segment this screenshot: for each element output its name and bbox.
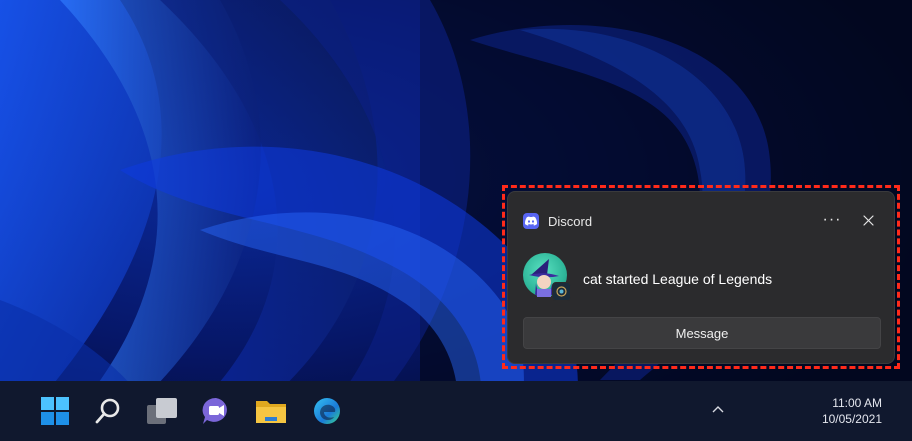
taskbar: 11:00 AM 10/05/2021 — [0, 381, 912, 441]
edge-icon — [314, 398, 340, 424]
message-action-button[interactable]: Message — [523, 317, 881, 349]
desktop: Discord ··· cat started League of Legend… — [0, 0, 912, 441]
notification-app-name: Discord — [548, 213, 593, 229]
teams-chat-button[interactable] — [198, 393, 234, 429]
teams-chat-icon — [202, 397, 227, 424]
edge-browser-button[interactable] — [309, 393, 345, 429]
user-avatar — [523, 253, 571, 301]
more-options-icon: ··· — [822, 211, 842, 228]
start-button[interactable] — [37, 393, 73, 429]
more-options-button[interactable]: ··· — [818, 206, 846, 234]
close-notification-button[interactable] — [854, 206, 882, 234]
discord-icon — [523, 213, 539, 229]
system-clock[interactable]: 11:00 AM 10/05/2021 — [790, 395, 882, 427]
task-view-icon — [147, 398, 177, 424]
discord-notification-toast[interactable]: Discord ··· cat started League of Legend… — [507, 191, 895, 364]
close-icon — [862, 214, 874, 226]
notification-message: cat started League of Legends — [583, 271, 773, 287]
clock-date: 10/05/2021 — [821, 412, 882, 426]
game-badge-icon — [552, 282, 571, 301]
start-icon — [41, 397, 69, 425]
chevron-up-icon — [712, 406, 724, 413]
search-button[interactable] — [90, 393, 126, 429]
search-icon — [95, 398, 120, 424]
task-view-button[interactable] — [144, 393, 180, 429]
show-hidden-icons-button[interactable] — [706, 397, 730, 421]
file-explorer-icon — [256, 401, 286, 423]
clock-time: 11:00 AM — [832, 396, 882, 410]
file-explorer-button[interactable] — [253, 393, 289, 429]
notification-header: Discord — [523, 213, 592, 229]
